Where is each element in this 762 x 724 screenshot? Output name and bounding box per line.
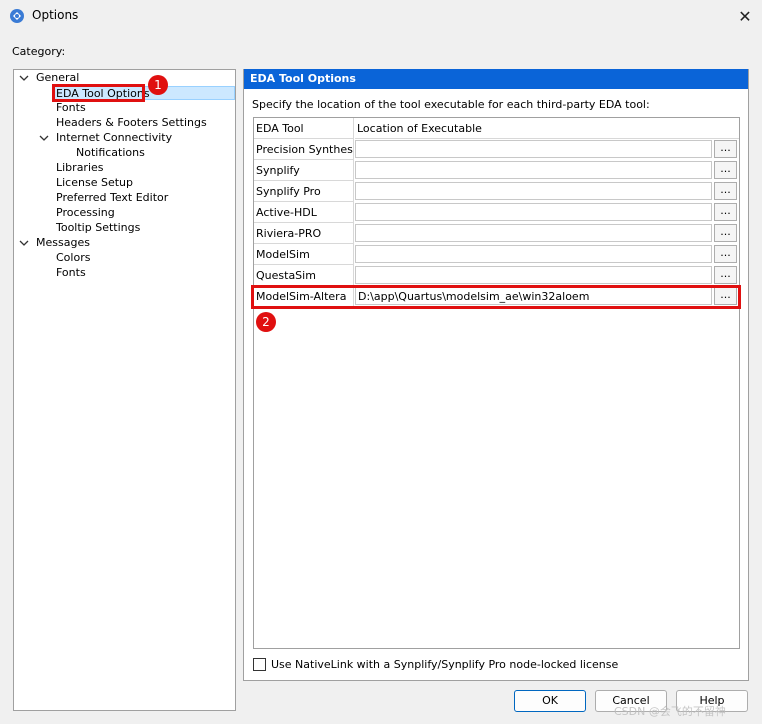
tool-name-cell: Synplify Pro — [254, 181, 354, 202]
nativelink-checkbox[interactable] — [253, 658, 266, 671]
executable-path-input[interactable] — [355, 203, 712, 221]
app-icon — [9, 8, 25, 24]
tree-item[interactable]: Internet Connectivity — [56, 131, 172, 145]
chevron-down-icon[interactable] — [39, 133, 49, 143]
chevron-down-icon[interactable] — [19, 73, 29, 83]
browse-button[interactable]: ... — [714, 140, 737, 158]
tool-name-cell: QuestaSim — [254, 265, 354, 286]
category-tree[interactable] — [13, 69, 236, 711]
executable-path-input[interactable] — [355, 182, 712, 200]
tree-item[interactable]: Fonts — [56, 266, 86, 280]
executable-path-input[interactable] — [355, 266, 712, 284]
chevron-down-icon[interactable] — [19, 238, 29, 248]
table-row: Riviera-PRO... — [254, 223, 739, 244]
tree-item[interactable]: Messages — [36, 236, 90, 250]
nativelink-label: Use NativeLink with a Synplify/Synplify … — [271, 658, 619, 671]
table-header-row: EDA Tool Location of Executable — [254, 118, 739, 139]
tool-name-cell: Synplify — [254, 160, 354, 181]
tree-item[interactable]: Headers & Footers Settings — [56, 116, 207, 130]
annotation-box-1 — [52, 84, 145, 102]
table-row: ModelSim... — [254, 244, 739, 265]
tree-item[interactable]: Processing — [56, 206, 115, 220]
tree-item[interactable]: General — [36, 71, 79, 85]
table-row: Synplify... — [254, 160, 739, 181]
table-row: QuestaSim... — [254, 265, 739, 286]
tree-item[interactable]: Preferred Text Editor — [56, 191, 168, 205]
title-bar — [0, 0, 762, 32]
tool-name-cell: ModelSim — [254, 244, 354, 265]
column-header-location: Location of Executable — [355, 118, 739, 139]
tree-item[interactable]: Libraries — [56, 161, 104, 175]
table-row: Active-HDL... — [254, 202, 739, 223]
executable-path-input[interactable] — [355, 161, 712, 179]
tool-name-cell: Riviera-PRO — [254, 223, 354, 244]
browse-button[interactable]: ... — [714, 245, 737, 263]
tree-item[interactable]: Colors — [56, 251, 90, 265]
table-row: Precision Synthesis... — [254, 139, 739, 160]
tree-item[interactable]: Tooltip Settings — [56, 221, 140, 235]
tree-item[interactable]: License Setup — [56, 176, 133, 190]
tool-name-cell: Precision Synthesis — [254, 139, 354, 160]
window-title: Options — [32, 8, 79, 22]
watermark: CSDN @会飞的不留神 — [614, 705, 726, 718]
browse-button[interactable]: ... — [714, 203, 737, 221]
browse-button[interactable]: ... — [714, 266, 737, 284]
column-header-tool: EDA Tool — [254, 118, 354, 139]
close-icon: ✕ — [738, 6, 752, 26]
tree-item[interactable]: Notifications — [76, 146, 145, 160]
executable-path-input[interactable] — [355, 224, 712, 242]
tree-item[interactable]: Fonts — [56, 101, 86, 115]
tool-name-cell: Active-HDL — [254, 202, 354, 223]
panel-header: EDA Tool Options — [244, 69, 748, 89]
annotation-marker-1: 1 — [148, 75, 168, 95]
ok-button[interactable]: OK — [514, 690, 586, 712]
browse-button[interactable]: ... — [714, 182, 737, 200]
close-button[interactable]: ✕ — [732, 4, 758, 28]
panel-description: Specify the location of the tool executa… — [252, 98, 650, 111]
table-row: Synplify Pro... — [254, 181, 739, 202]
annotation-box-2 — [251, 285, 741, 309]
category-label: Category: — [12, 45, 66, 58]
browse-button[interactable]: ... — [714, 224, 737, 242]
annotation-marker-2: 2 — [256, 312, 276, 332]
executable-path-input[interactable] — [355, 140, 712, 158]
executable-path-input[interactable] — [355, 245, 712, 263]
browse-button[interactable]: ... — [714, 161, 737, 179]
